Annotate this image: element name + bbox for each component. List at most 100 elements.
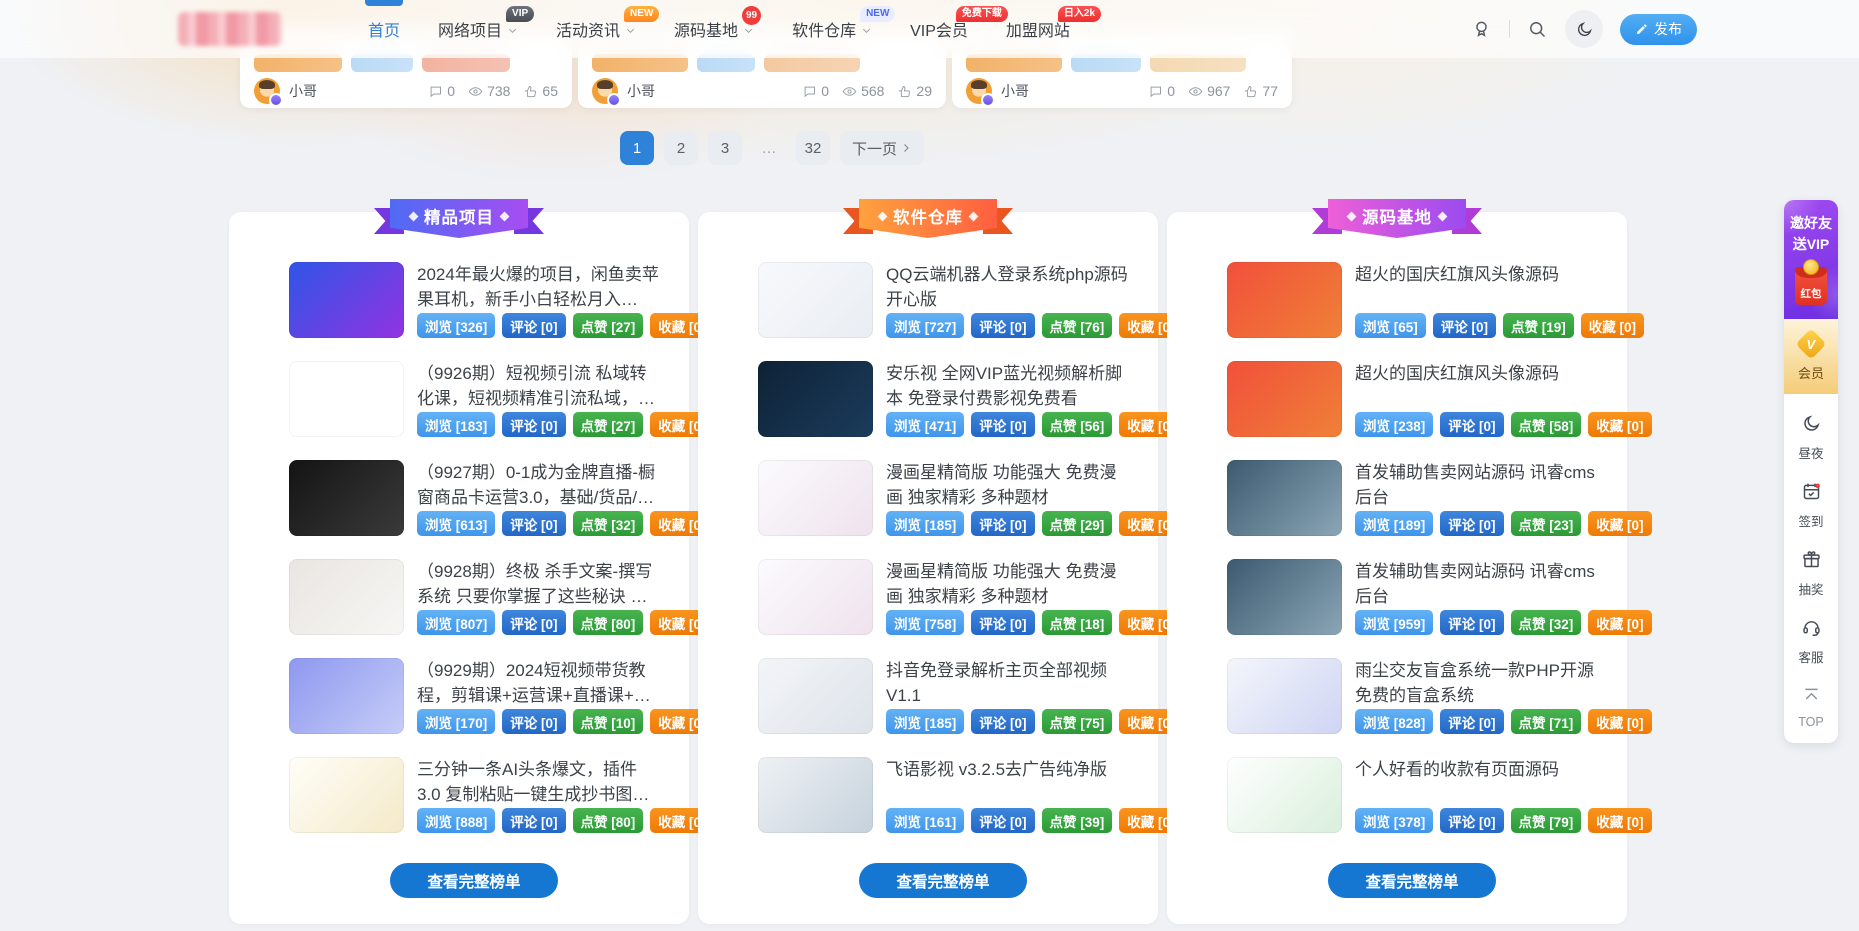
- rank-list-item[interactable]: （9929期）2024短视频带货教程，剪辑课+运营课+直播课+拍摄课（全套高清……: [289, 658, 659, 734]
- item-title: 抖音免登录解析主页全部视频V1.1: [886, 658, 1128, 708]
- likes-count: 29: [916, 83, 932, 99]
- view-full-ranking-button[interactable]: 查看完整榜单: [390, 863, 558, 898]
- likes-badge: 点赞 [56]: [1042, 412, 1113, 437]
- favs-badge: 收藏 [0]: [1588, 808, 1651, 833]
- item-title: 漫画星精简版 功能强大 免费漫画 独家精彩 多种题材: [886, 460, 1128, 510]
- nav-item-4[interactable]: 源码基地99: [674, 0, 754, 58]
- likes-badge: 点赞 [27]: [573, 412, 644, 437]
- comments-badge: 评论 [0]: [502, 412, 565, 437]
- comments-badge: 评论 [0]: [971, 511, 1034, 536]
- sidebar-tool-客服[interactable]: 客服: [1784, 608, 1838, 668]
- comments-badge: 评论 [0]: [971, 412, 1034, 437]
- chevron-down-icon: [743, 25, 754, 36]
- page: 首页网络项目VIP 活动资讯NEW 源码基地99 软件仓库NEW VIP会员免费下载加盟…: [0, 0, 1859, 931]
- item-stat-badges: 浏览 [170]评论 [0]点赞 [10]收藏 [0]: [417, 709, 659, 734]
- view-full-ranking-button[interactable]: 查看完整榜单: [859, 863, 1027, 898]
- rank-list-item[interactable]: 抖音免登录解析主页全部视频V1.1浏览 [185]评论 [0]点赞 [75]收藏…: [758, 658, 1128, 734]
- rank-list-item[interactable]: 漫画星精简版 功能强大 免费漫画 独家精彩 多种题材浏览 [185]评论 [0]…: [758, 460, 1128, 536]
- rank-list-item[interactable]: （9928期）终极 杀手文案-撰写系统 只要你掌握了这些秘诀 你可以在沙漠里…浏…: [289, 559, 659, 635]
- rank-list-item[interactable]: 首发辅助售卖网站源码 讯睿cms后台浏览 [959]评论 [0]点赞 [32]收…: [1227, 559, 1597, 635]
- comments-badge: 评论 [0]: [502, 808, 565, 833]
- rank-list-item[interactable]: 安乐视 全网VIP蓝光视频解析脚本 免登录付费影视免费看浏览 [471] 评论 […: [758, 361, 1128, 437]
- nav-item-3[interactable]: 活动资讯NEW: [556, 0, 636, 58]
- eye-icon: [842, 84, 857, 99]
- thumb-up-icon: [1243, 84, 1258, 99]
- rank-list-item[interactable]: 2024年最火爆的项目，闲鱼卖苹果耳机，新手小白轻松月入2W+简单易上手浏览 […: [289, 262, 659, 338]
- rank-list-item[interactable]: 飞语影视 v3.2.5去广告纯净版浏览 [161]评论 [0]点赞 [39]收藏…: [758, 757, 1128, 833]
- page-button-32[interactable]: 32: [796, 131, 830, 165]
- rank-list-item[interactable]: 个人好看的收款有页面源码浏览 [378]评论 [0]点赞 [79]收藏 [0]: [1227, 757, 1597, 833]
- comments-badge: 评论 [0]: [971, 808, 1034, 833]
- invite-line1: 邀好友: [1784, 213, 1838, 234]
- sidebar-tool-昼夜[interactable]: 昼夜: [1784, 404, 1838, 464]
- sparkle-icon: [878, 211, 888, 221]
- item-title: 超火的国庆红旗风头像源码: [1355, 361, 1597, 386]
- views-badge: 浏览 [189]: [1355, 511, 1433, 536]
- invite-vip-card[interactable]: 邀好友 送VIP 红包: [1784, 200, 1838, 319]
- item-stat-badges: 浏览 [238]评论 [0]点赞 [58]收藏 [0]: [1355, 412, 1597, 437]
- nav-item-1[interactable]: 首页: [368, 0, 400, 58]
- page-button-2[interactable]: 2: [664, 131, 698, 165]
- rank-list-item[interactable]: （9926期）短视频引流 私域转化课，短视频精准引流私域，在私域高效转化…浏览 …: [289, 361, 659, 437]
- dark-mode-toggle[interactable]: [1565, 10, 1603, 48]
- rank-list-item[interactable]: 三分钟一条AI头条爆文，插件3.0 复制粘贴一键生成抄书图片 单日变现四位数浏览…: [289, 757, 659, 833]
- nav-item-7[interactable]: 加盟网站日入2k: [1006, 0, 1070, 58]
- favs-badge: 收藏 [0]: [1588, 511, 1651, 536]
- item-thumbnail: [758, 460, 873, 536]
- rank-list-item[interactable]: 首发辅助售卖网站源码 讯睿cms后台浏览 [189]评论 [0]点赞 [23]收…: [1227, 460, 1597, 536]
- item-text: （9929期）2024短视频带货教程，剪辑课+运营课+直播课+拍摄课（全套高清……: [417, 658, 659, 734]
- item-stat-badges: 浏览 [183]评论 [0]点赞 [27]收藏 [0]: [417, 412, 659, 437]
- comments-badge: 评论 [0]: [502, 511, 565, 536]
- nav-item-5[interactable]: 软件仓库NEW: [792, 0, 872, 58]
- views-badge: 浏览 [471]: [886, 412, 964, 437]
- likes-badge: 点赞 [75]: [1042, 709, 1113, 734]
- search-icon[interactable]: [1527, 19, 1548, 40]
- rank-list-item[interactable]: （9927期）0-1成为金牌直播-橱窗商品卡运营3.0，基础/货品/场景/话术/…: [289, 460, 659, 536]
- views-count: 738: [487, 83, 510, 99]
- item-text: 雨尘交友盲盒系统一款PHP开源免费的盲盒系统浏览 [828]评论 [0]点赞 […: [1355, 658, 1597, 734]
- rank-list-item[interactable]: 超火的国庆红旗风头像源码浏览 [65]评论 [0]点赞 [19]收藏 [0]: [1227, 262, 1597, 338]
- item-thumbnail: [289, 262, 404, 338]
- item-text: QQ云端机器人登录系统php源码开心版浏览 [727]评论 [0]点赞 [76]…: [886, 262, 1128, 338]
- sidebar-tool-抽奖[interactable]: 抽奖: [1784, 540, 1838, 600]
- thumb-up-icon: [523, 84, 538, 99]
- red-envelope-icon: 红包: [1795, 267, 1827, 305]
- likes-badge: 点赞 [39]: [1042, 808, 1113, 833]
- page-ellipsis: …: [752, 131, 786, 165]
- view-full-ranking-button[interactable]: 查看完整榜单: [1328, 863, 1496, 898]
- vip-member-card[interactable]: V 会员: [1784, 319, 1838, 394]
- site-logo-blurred[interactable]: [178, 12, 282, 46]
- nav-divider: [1509, 20, 1510, 38]
- nav-item-6[interactable]: VIP会员免费下载: [910, 0, 968, 58]
- comments-badge: 评论 [0]: [502, 709, 565, 734]
- sidebar-tool-TOP[interactable]: TOP: [1784, 676, 1838, 731]
- rank-list-item[interactable]: 超火的国庆红旗风头像源码浏览 [238]评论 [0]点赞 [58]收藏 [0]: [1227, 361, 1597, 437]
- sidebar-tool-签到[interactable]: 签到: [1784, 472, 1838, 532]
- rank-list-item[interactable]: 雨尘交友盲盒系统一款PHP开源免费的盲盒系统浏览 [828]评论 [0]点赞 […: [1227, 658, 1597, 734]
- item-title: QQ云端机器人登录系统php源码开心版: [886, 262, 1128, 312]
- rank-column-pink: 源码基地超火的国庆红旗风头像源码浏览 [65]评论 [0]点赞 [19]收藏 […: [1167, 212, 1627, 924]
- column-title-text: 软件仓库: [893, 204, 963, 228]
- publish-button[interactable]: 发布: [1620, 14, 1697, 45]
- feed-card-stats: 056829: [802, 83, 932, 99]
- sidebar-tools: 昼夜签到抽奖客服 TOP: [1784, 394, 1838, 743]
- item-stat-badges: 浏览 [959]评论 [0]点赞 [32]收藏 [0]: [1355, 610, 1597, 635]
- medal-icon[interactable]: [1471, 19, 1492, 40]
- page-button-3[interactable]: 3: [708, 131, 742, 165]
- author-name: 小哥: [289, 81, 317, 101]
- rank-list-item[interactable]: QQ云端机器人登录系统php源码开心版浏览 [727]评论 [0]点赞 [76]…: [758, 262, 1128, 338]
- nav-item-2[interactable]: 网络项目VIP: [438, 0, 518, 58]
- item-thumbnail: [758, 262, 873, 338]
- next-page-button[interactable]: 下一页: [840, 131, 924, 165]
- author-name: 小哥: [1001, 81, 1029, 101]
- item-title: 安乐视 全网VIP蓝光视频解析脚本 免登录付费影视免费看: [886, 361, 1128, 411]
- moon-icon: [1801, 413, 1822, 434]
- item-text: 飞语影视 v3.2.5去广告纯净版浏览 [161]评论 [0]点赞 [39]收藏…: [886, 757, 1128, 833]
- page-button-1[interactable]: 1: [620, 131, 654, 165]
- item-thumbnail: [1227, 262, 1342, 338]
- likes-count: 77: [1262, 83, 1278, 99]
- item-stat-badges: 浏览 [807]评论 [0]点赞 [80]收藏 [0]: [417, 610, 659, 635]
- chevron-right-icon: [900, 142, 912, 154]
- rank-list-item[interactable]: 漫画星精简版 功能强大 免费漫画 独家精彩 多种题材浏览 [758]评论 [0]…: [758, 559, 1128, 635]
- column-title: 源码基地: [1328, 199, 1466, 238]
